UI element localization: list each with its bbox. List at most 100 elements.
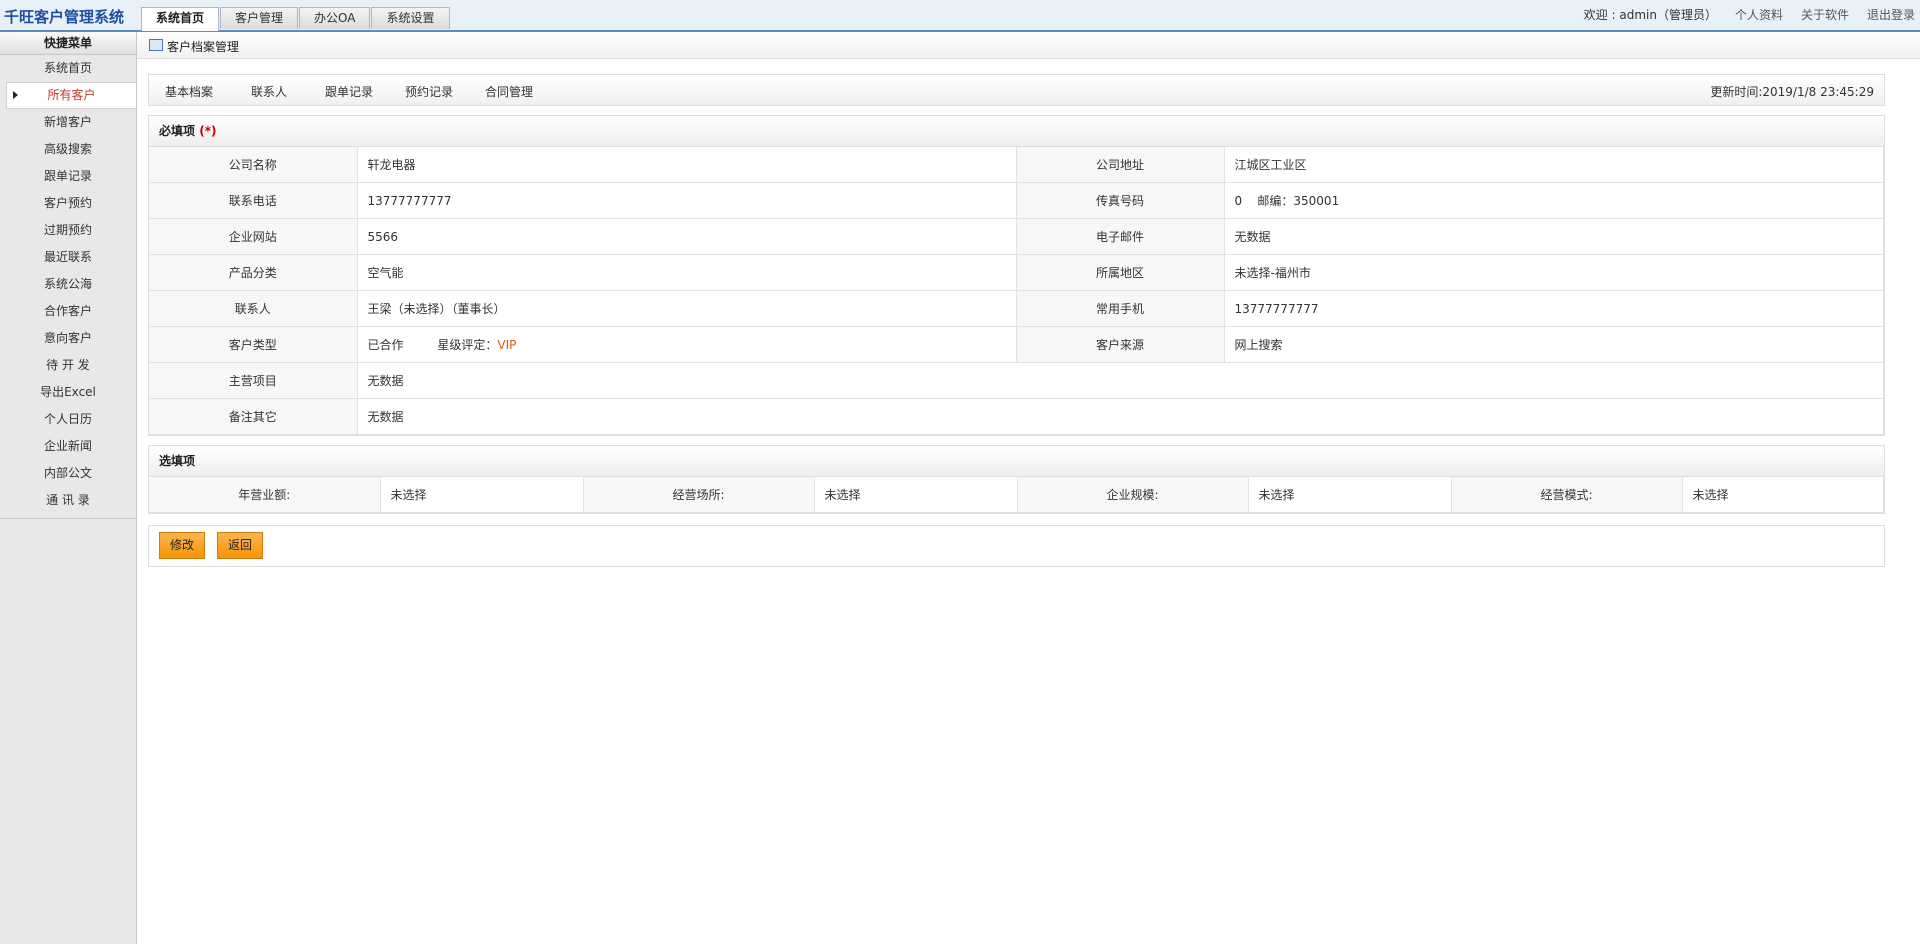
sidebar-divider xyxy=(0,518,136,519)
annual-revenue-value: 未选择 xyxy=(380,477,584,513)
app-title: 千旺客户管理系统 xyxy=(4,8,125,26)
contact-value: 王梁（未选择）（董事长） xyxy=(357,290,1017,327)
table-row: 年营业额: 未选择 经营场所: 未选择 企业规模: 未选择 经营模式: 未选择 xyxy=(149,477,1884,513)
profile-link[interactable]: 个人资料 xyxy=(1735,6,1783,23)
tab-system-settings[interactable]: 系统设置 xyxy=(371,7,450,29)
optional-section: 选填项 年营业额: 未选择 经营场所: 未选择 企业规模: 未选择 经营模式: … xyxy=(148,445,1885,514)
sidebar-item-address-book[interactable]: 通 讯 录 xyxy=(0,487,136,514)
update-time: 更新时间:2019/1/8 23:45:29 xyxy=(1710,85,1874,99)
table-row: 联系电话 13777777777 传真号码 0 邮编：350001 xyxy=(149,182,1884,219)
customer-type-cell: 已合作 星级评定：VIP xyxy=(357,326,1017,363)
table-row: 客户类型 已合作 星级评定：VIP 客户来源 网上搜索 xyxy=(149,326,1884,363)
logout-link[interactable]: 退出登录 xyxy=(1867,6,1915,23)
tab-home[interactable]: 系统首页 xyxy=(141,7,220,31)
page-title: 客户档案管理 xyxy=(167,40,240,54)
email-label: 电子邮件 xyxy=(1016,218,1225,255)
back-button[interactable]: 返回 xyxy=(217,532,264,559)
welcome-text: 欢迎 : admin（管理员） xyxy=(1583,8,1717,22)
tab-contract-management[interactable]: 合同管理 xyxy=(485,83,533,100)
table-row: 联系人 王梁（未选择）（董事长） 常用手机 13777777777 xyxy=(149,290,1884,327)
business-model-value: 未选择 xyxy=(1682,477,1884,513)
tab-office-oa[interactable]: 办公OA xyxy=(299,7,371,29)
sidebar-item-intended-customers[interactable]: 意向客户 xyxy=(0,325,136,352)
tab-appointment-records[interactable]: 预约记录 xyxy=(405,83,453,100)
customer-type-label: 客户类型 xyxy=(149,326,358,363)
website-label: 企业网站 xyxy=(149,218,358,255)
company-name-label: 公司名称 xyxy=(149,147,358,183)
top-bar: 千旺客户管理系统 系统首页 客户管理 办公OA 系统设置 欢迎 : admin（… xyxy=(0,0,1920,32)
user-links: 欢迎 : admin（管理员） 个人资料 关于软件 退出登录 xyxy=(1562,6,1915,23)
table-row: 企业网站 5566 电子邮件 无数据 xyxy=(149,218,1884,255)
company-size-label: 企业规模: xyxy=(1017,477,1249,513)
main-header: 客户档案管理 xyxy=(137,32,1920,59)
required-section-title: 必填项 xyxy=(159,124,196,138)
sidebar-item-documents[interactable]: 内部公文 xyxy=(0,460,136,487)
sidebar-item-to-develop[interactable]: 待 开 发 xyxy=(0,352,136,379)
remarks-label: 备注其它 xyxy=(149,398,358,435)
table-row: 产品分类 空气能 所属地区 未选择-福州市 xyxy=(149,254,1884,291)
record-tabs: 基本档案 联系人 跟单记录 预约记录 合同管理 更新时间:2019/1/8 23… xyxy=(148,74,1885,106)
sidebar-header: 快捷菜单 xyxy=(0,32,136,55)
main-tabs: 系统首页 客户管理 办公OA 系统设置 xyxy=(141,7,451,31)
sidebar-item-calendar[interactable]: 个人日历 xyxy=(0,406,136,433)
contact-label: 联系人 xyxy=(149,290,358,327)
sidebar-item-public-pool[interactable]: 系统公海 xyxy=(0,271,136,298)
phone-label: 联系电话 xyxy=(149,182,358,219)
table-row: 主营项目 无数据 xyxy=(149,362,1884,399)
main-business-value: 无数据 xyxy=(357,362,1884,399)
region-value: 未选择-福州市 xyxy=(1224,254,1884,291)
email-value: 无数据 xyxy=(1224,218,1884,255)
company-address-label: 公司地址 xyxy=(1016,147,1225,183)
company-address-value: 江城区工业区 xyxy=(1224,147,1884,183)
sidebar-item-follow-records[interactable]: 跟单记录 xyxy=(0,163,136,190)
sidebar-item-appointments[interactable]: 客户预约 xyxy=(0,190,136,217)
phone-value: 13777777777 xyxy=(357,182,1017,219)
region-label: 所属地区 xyxy=(1016,254,1225,291)
business-premises-label: 经营场所: xyxy=(583,477,815,513)
sidebar-item-home[interactable]: 系统首页 xyxy=(0,55,136,82)
tab-basic-profile[interactable]: 基本档案 xyxy=(165,83,213,100)
business-model-label: 经营模式: xyxy=(1451,477,1683,513)
star-rating-value: VIP xyxy=(497,338,517,352)
mobile-value: 13777777777 xyxy=(1224,290,1884,327)
company-name-value: 轩龙电器 xyxy=(357,147,1017,183)
business-premises-value: 未选择 xyxy=(814,477,1018,513)
required-fields-table: 公司名称 轩龙电器 公司地址 江城区工业区 联系电话 13777777777 传… xyxy=(149,147,1884,435)
fax-value: 0 邮编：350001 xyxy=(1224,182,1884,219)
sidebar-item-all-customers[interactable]: 所有客户 xyxy=(6,82,136,109)
tab-contacts[interactable]: 联系人 xyxy=(251,83,287,100)
required-section: 必填项 (*) 公司名称 轩龙电器 公司地址 江城区工业区 联系电话 13777… xyxy=(148,115,1885,436)
required-mark: (*) xyxy=(199,124,217,138)
window-icon xyxy=(149,39,163,51)
sidebar-item-export-excel[interactable]: 导出Excel xyxy=(0,379,136,406)
remarks-value: 无数据 xyxy=(357,398,1884,435)
source-value: 网上搜索 xyxy=(1224,326,1884,363)
annual-revenue-label: 年营业额: xyxy=(149,477,381,513)
required-section-header: 必填项 (*) xyxy=(149,116,1884,147)
company-size-value: 未选择 xyxy=(1248,477,1452,513)
about-link[interactable]: 关于软件 xyxy=(1801,6,1849,23)
edit-button[interactable]: 修改 xyxy=(159,532,206,559)
sidebar-item-new-customer[interactable]: 新增客户 xyxy=(0,109,136,136)
sidebar-item-news[interactable]: 企业新闻 xyxy=(0,433,136,460)
sidebar: 快捷菜单 系统首页 所有客户 新增客户 高级搜索 跟单记录 客户预约 过期预约 … xyxy=(0,32,137,944)
category-label: 产品分类 xyxy=(149,254,358,291)
fax-label: 传真号码 xyxy=(1016,182,1225,219)
table-row: 公司名称 轩龙电器 公司地址 江城区工业区 xyxy=(149,147,1884,183)
sidebar-item-advanced-search[interactable]: 高级搜索 xyxy=(0,136,136,163)
tab-customer-management[interactable]: 客户管理 xyxy=(220,7,299,29)
sidebar-item-expired-appointments[interactable]: 过期预约 xyxy=(0,217,136,244)
website-value: 5566 xyxy=(357,218,1017,255)
optional-fields-table: 年营业额: 未选择 经营场所: 未选择 企业规模: 未选择 经营模式: 未选择 xyxy=(149,477,1884,513)
optional-section-header: 选填项 xyxy=(149,446,1884,477)
sidebar-item-partner-customers[interactable]: 合作客户 xyxy=(0,298,136,325)
source-label: 客户来源 xyxy=(1016,326,1225,363)
action-bar: 修改 返回 xyxy=(148,525,1885,567)
mobile-label: 常用手机 xyxy=(1016,290,1225,327)
main-business-label: 主营项目 xyxy=(149,362,358,399)
sidebar-item-recent-contacts[interactable]: 最近联系 xyxy=(0,244,136,271)
star-rating-label: 星级评定： xyxy=(437,338,498,352)
category-value: 空气能 xyxy=(357,254,1017,291)
table-row: 备注其它 无数据 xyxy=(149,398,1884,435)
tab-follow-records[interactable]: 跟单记录 xyxy=(325,83,373,100)
